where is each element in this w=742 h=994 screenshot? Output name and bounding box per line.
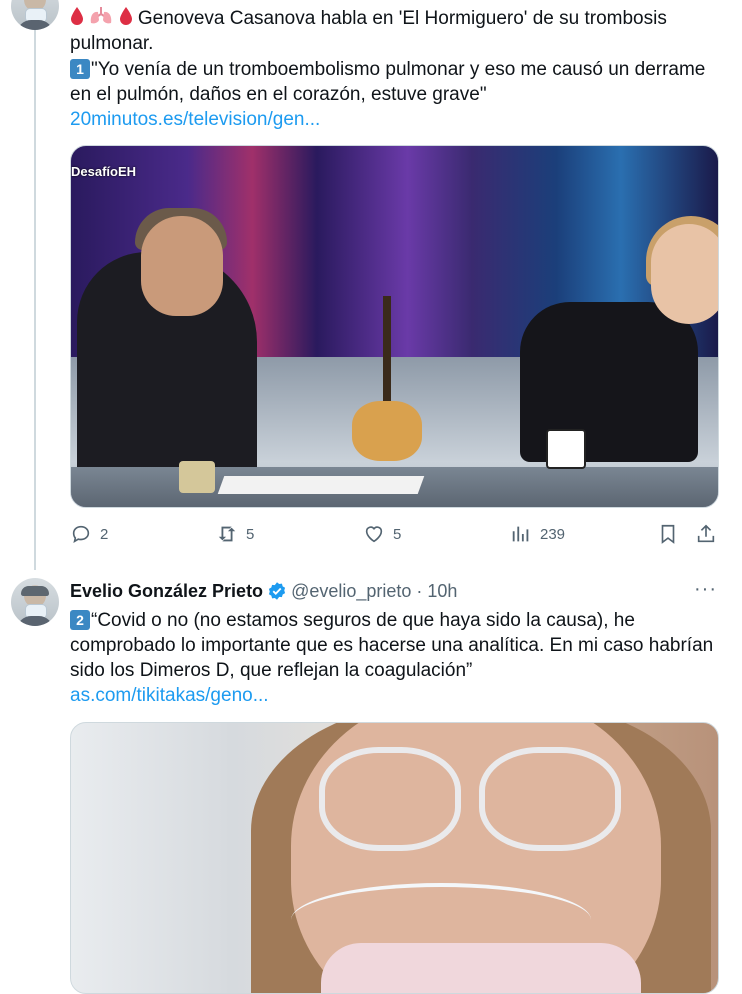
reply-icon xyxy=(72,525,90,544)
thread-connector-line xyxy=(34,30,36,570)
tweet-text-line2: pulmonar. xyxy=(70,33,154,54)
timestamp[interactable]: 10h xyxy=(427,581,457,602)
tweet-text: Genoveva Casanova habla en 'El Hormiguer… xyxy=(70,6,667,31)
like-button[interactable]: 5 xyxy=(363,523,401,545)
tweet-header: Evelio González Prieto @evelio_prieto · … xyxy=(70,579,457,603)
bookmark-button[interactable] xyxy=(657,523,687,545)
verified-badge-icon xyxy=(268,582,286,600)
avatar[interactable] xyxy=(11,578,59,626)
blood-drop-icon xyxy=(119,7,138,29)
like-count: 5 xyxy=(393,525,402,543)
media-watermark: DesafíoEH xyxy=(71,164,137,179)
heart-icon xyxy=(365,526,383,543)
separator-dot: · xyxy=(416,580,423,601)
retweet-button[interactable]: 5 xyxy=(216,523,254,545)
reply-button[interactable]: 2 xyxy=(70,523,108,545)
bookmark-icon xyxy=(661,524,675,544)
tweet-quote: 1 "Yo venía de un tromboembolismo pulmona… xyxy=(70,57,705,82)
user-handle[interactable]: @evelio_prieto xyxy=(291,581,411,602)
quote-line2: en el pulmón, daños en el corazón, estuv… xyxy=(70,84,487,105)
share-icon xyxy=(697,524,715,543)
tweet-text-line1: Genoveva Casanova habla en 'El Hormiguer… xyxy=(137,8,667,29)
tweet-text-line2: comprobado lo importante que es hacerse … xyxy=(70,635,714,656)
views-chart-icon xyxy=(512,526,529,542)
views-count: 239 xyxy=(540,525,566,543)
tweet-link[interactable]: as.com/tikitakas/geno... xyxy=(70,683,269,708)
blood-drop-icon xyxy=(70,7,89,29)
retweet-icon xyxy=(218,526,236,542)
tweet-text-line3: sido los Dimeros D, que reflejan la coag… xyxy=(70,660,473,681)
tweet-actions: 2 5 5 239 xyxy=(70,523,720,551)
tweet-text: 2 “Covid o no (no estamos seguros de que … xyxy=(70,608,635,633)
avatar[interactable] xyxy=(11,0,59,30)
share-button[interactable] xyxy=(695,523,725,545)
tweet-link[interactable]: 20minutos.es/television/gen... xyxy=(70,107,320,132)
tweet-media-image[interactable]: DesafíoEH xyxy=(70,145,719,508)
keycap-number-icon: 1 xyxy=(70,59,90,79)
more-options-button[interactable]: ··· xyxy=(694,578,717,601)
tweet-media-image[interactable] xyxy=(70,722,719,994)
display-name[interactable]: Evelio González Prieto xyxy=(70,581,263,602)
lungs-icon xyxy=(89,7,118,29)
tweet-text-line1: “Covid o no (no estamos seguros de que h… xyxy=(91,610,635,631)
guitar-graphic xyxy=(352,296,422,471)
views-button[interactable]: 239 xyxy=(510,523,565,545)
retweet-count: 5 xyxy=(246,525,255,543)
reply-count: 2 xyxy=(100,525,109,543)
keycap-number-icon: 2 xyxy=(70,610,90,630)
quote-line1: "Yo venía de un tromboembolismo pulmonar… xyxy=(91,59,706,80)
